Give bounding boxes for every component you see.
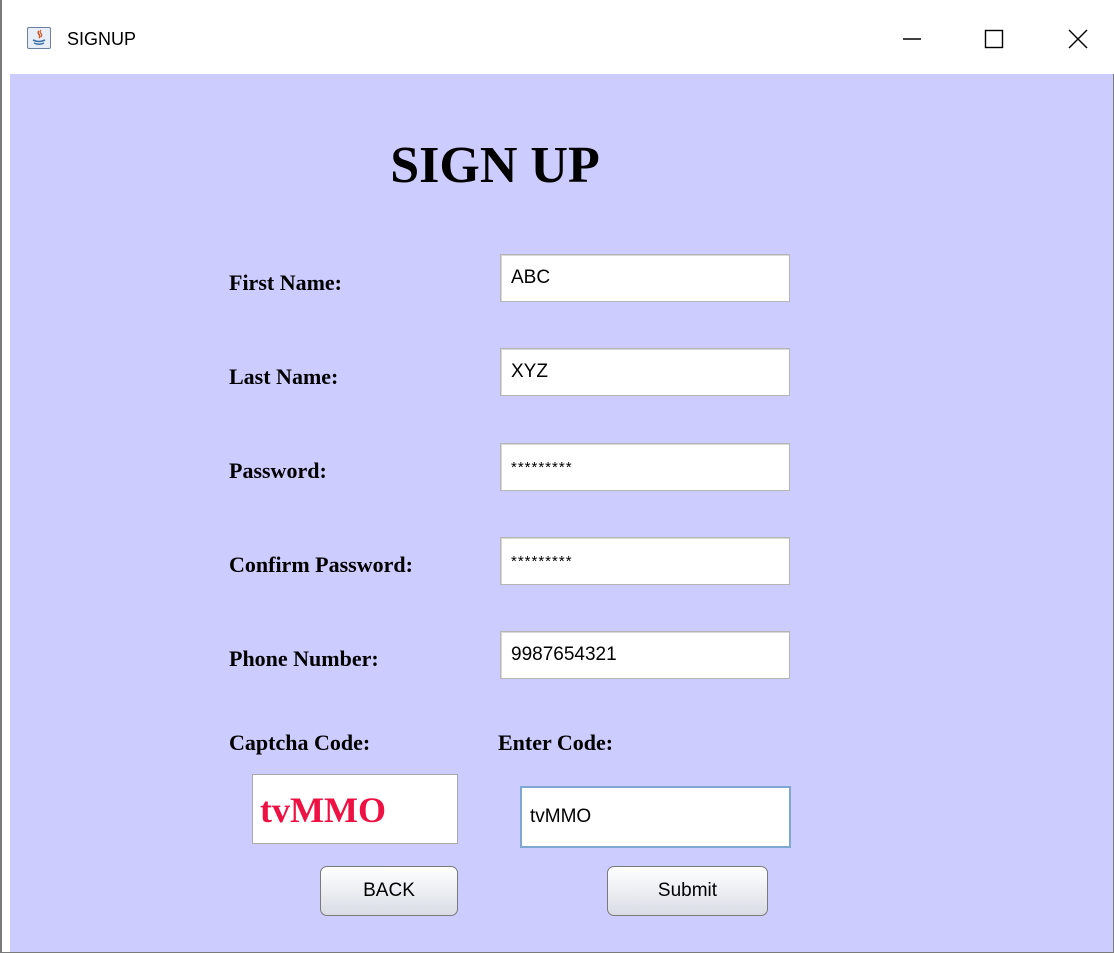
close-icon (1068, 29, 1088, 49)
page-title: SIGN UP (390, 137, 600, 194)
window-title: SIGNUP (67, 29, 137, 49)
back-button[interactable]: BACK (320, 866, 458, 916)
close-button[interactable] (1048, 18, 1108, 60)
first-name-label: First Name: (229, 270, 343, 295)
captcha-box: tvMMO (252, 774, 458, 844)
confirm-password-field[interactable] (500, 537, 790, 585)
title-bar: SIGNUP (2, 0, 1114, 74)
java-icon (27, 27, 51, 49)
last-name-field[interactable] (500, 348, 790, 396)
captcha-code-label: Captcha Code: (229, 730, 371, 755)
maximize-button[interactable] (964, 18, 1024, 60)
password-field[interactable] (500, 443, 790, 491)
signup-window: SIGNUP SIGN UP First Name: Last Name: Pa… (0, 0, 1114, 953)
phone-number-field[interactable] (500, 631, 790, 679)
enter-code-label: Enter Code: (498, 730, 614, 755)
enter-code-field[interactable] (520, 786, 791, 848)
submit-button[interactable]: Submit (607, 866, 768, 916)
captcha-code: tvMMO (260, 790, 386, 830)
minimize-icon (903, 38, 921, 40)
minimize-button[interactable] (882, 18, 942, 60)
phone-number-label: Phone Number: (229, 646, 379, 671)
confirm-password-label: Confirm Password: (229, 552, 413, 577)
password-label: Password: (229, 458, 327, 483)
signup-form: SIGN UP First Name: Last Name: Password:… (10, 74, 1113, 952)
first-name-field[interactable] (500, 254, 790, 302)
last-name-label: Last Name: (229, 364, 339, 389)
maximize-icon (984, 29, 1004, 49)
